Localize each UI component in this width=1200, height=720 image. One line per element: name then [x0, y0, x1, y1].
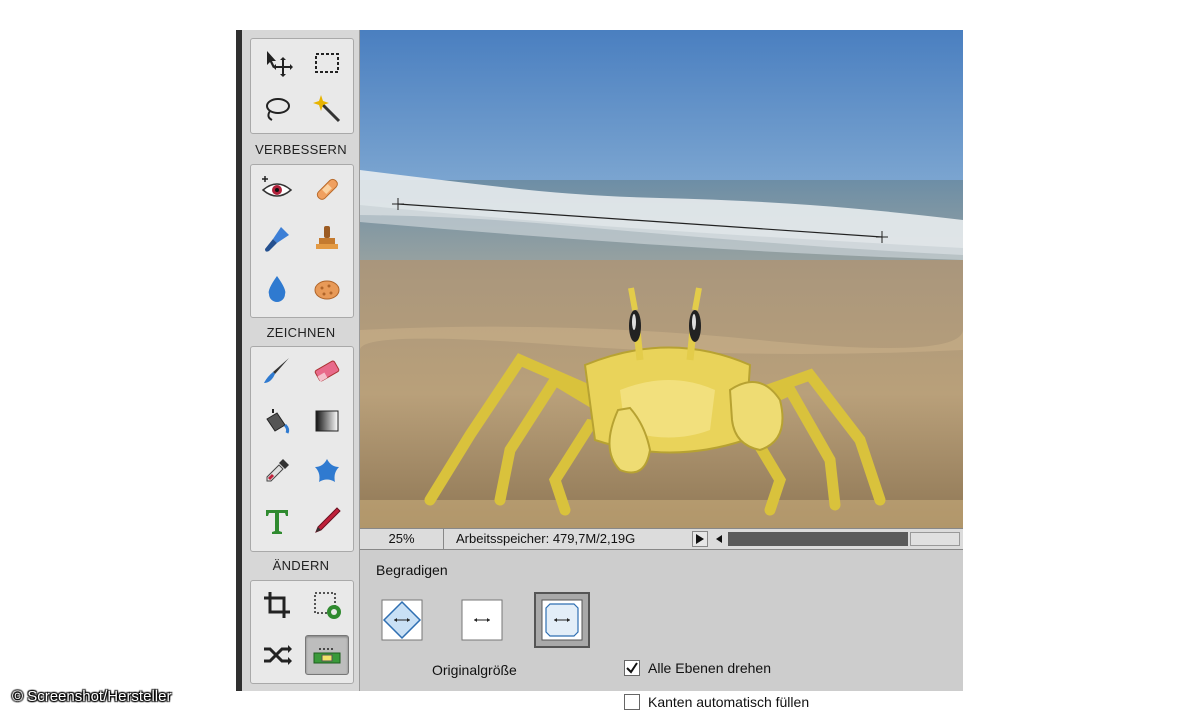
section-label-draw: ZEICHNEN: [266, 325, 336, 340]
custom-shape-icon[interactable]: [305, 451, 349, 491]
rotated-canvas-icon: [381, 599, 423, 641]
enhance-tools-group: [250, 164, 354, 318]
eyedropper-icon[interactable]: [255, 451, 299, 491]
section-label-modify: ÄNDERN: [272, 558, 330, 573]
image-credit: © Screenshot/Hersteller: [12, 688, 172, 705]
grow-or-shrink-button[interactable]: [378, 596, 426, 644]
crop-to-fit-icon: [541, 599, 583, 641]
straighten-mode-caption: Originalgröße: [432, 662, 517, 678]
zoom-level[interactable]: 25%: [360, 529, 444, 549]
tools-panel: VERBESSERN ZEICHNEN ÄNDERN: [242, 30, 360, 691]
tool-options-panel: Begradigen Originalgröße Alle Ebenen dre…: [360, 550, 963, 710]
rotate-all-layers-checkbox[interactable]: [624, 660, 640, 676]
tool-options-title: Begradigen: [376, 562, 448, 578]
memory-usage: Arbeitsspeicher: 479,7M/2,19G: [456, 531, 636, 546]
rotate-all-layers-row[interactable]: Alle Ebenen drehen: [624, 658, 771, 678]
photo-editor-window: VERBESSERN ZEICHNEN ÄNDERN 25% Arbeitssp…: [236, 30, 963, 710]
status-bar: 25% Arbeitsspeicher: 479,7M/2,19G: [360, 528, 963, 550]
sponge-icon[interactable]: [305, 269, 349, 309]
magic-wand-icon[interactable]: [305, 89, 349, 129]
red-eye-icon[interactable]: [255, 169, 299, 209]
crab-photo: [360, 30, 963, 528]
recompose-icon[interactable]: [305, 585, 349, 625]
scrollbar-thumb[interactable]: [910, 532, 960, 546]
brush-icon[interactable]: [255, 351, 299, 391]
remove-background-button[interactable]: [458, 596, 506, 644]
content-aware-move-icon[interactable]: [255, 635, 299, 675]
crop-icon[interactable]: [255, 585, 299, 625]
move-tool-icon[interactable]: [255, 43, 299, 83]
scroll-left-arrow-icon[interactable]: [712, 530, 726, 548]
gradient-icon[interactable]: [305, 401, 349, 441]
straighten-tool-icon[interactable]: [305, 635, 349, 675]
status-menu-arrow-icon[interactable]: [692, 531, 708, 547]
pencil-icon[interactable]: [305, 501, 349, 541]
horizontal-scrollbar[interactable]: [712, 530, 962, 548]
paint-bucket-icon[interactable]: [255, 401, 299, 441]
scrollbar-track[interactable]: [728, 532, 908, 546]
original-size-button[interactable]: [534, 592, 590, 648]
autofill-edges-row[interactable]: Kanten automatisch füllen: [624, 692, 809, 712]
eraser-icon[interactable]: [305, 351, 349, 391]
type-icon[interactable]: [255, 501, 299, 541]
autofill-edges-label: Kanten automatisch füllen: [648, 694, 810, 710]
rectangular-marquee-icon[interactable]: [305, 43, 349, 83]
rotate-all-layers-label: Alle Ebenen drehen: [648, 660, 771, 676]
original-size-icon: [461, 599, 503, 641]
draw-tools-group: [250, 346, 354, 552]
bandage-icon[interactable]: [305, 169, 349, 209]
blur-drop-icon[interactable]: [255, 269, 299, 309]
modify-tools-group: [250, 580, 354, 684]
image-canvas[interactable]: [360, 30, 963, 528]
section-label-enhance: VERBESSERN: [255, 142, 347, 157]
clone-stamp-icon[interactable]: [305, 219, 349, 259]
autofill-edges-checkbox[interactable]: [624, 694, 640, 710]
select-tools-group: [250, 38, 354, 134]
checkmark-icon: [626, 662, 638, 674]
smart-brush-icon[interactable]: [255, 219, 299, 259]
lasso-icon[interactable]: [255, 89, 299, 129]
